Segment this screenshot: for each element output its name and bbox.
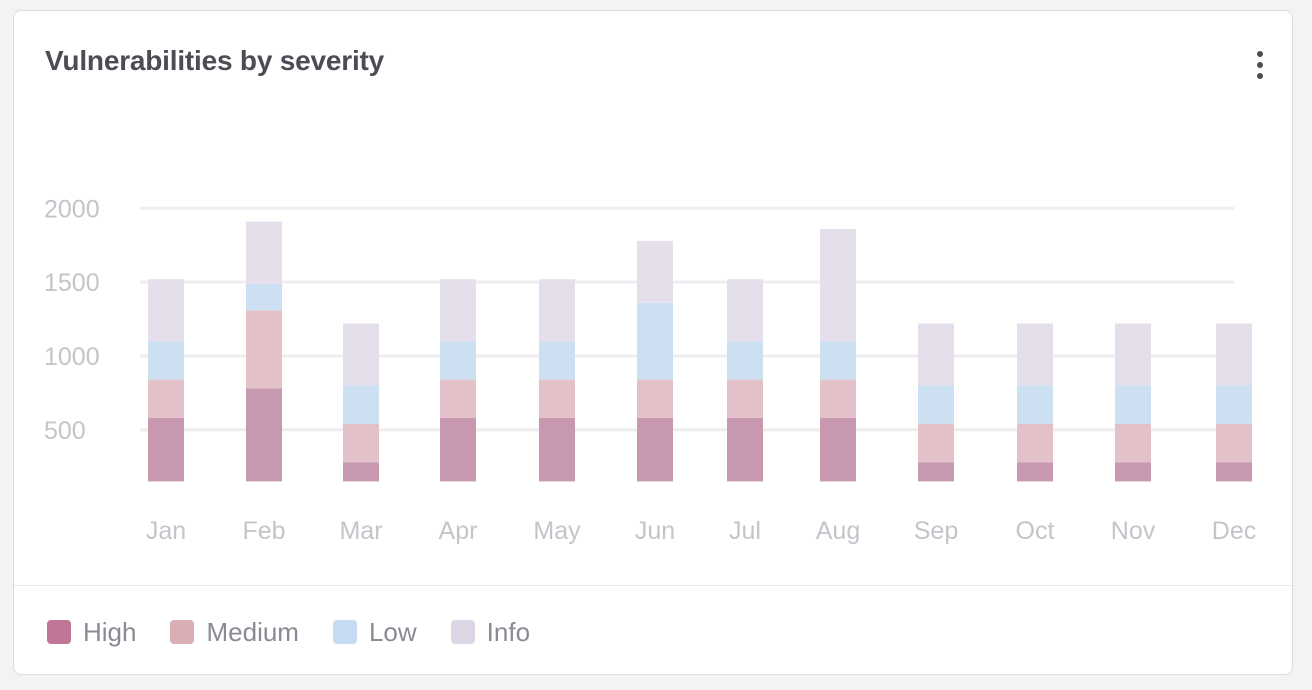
bar-may-medium[interactable] xyxy=(539,379,575,418)
bar-oct-medium[interactable] xyxy=(1017,423,1053,463)
bar-sep-medium[interactable] xyxy=(918,423,954,463)
bar-feb-high[interactable] xyxy=(246,388,282,482)
bar-jan-high[interactable] xyxy=(148,417,184,482)
y-tick-label: 1000 xyxy=(44,343,100,371)
bar-sep-info[interactable] xyxy=(918,323,954,386)
bar-nov-medium[interactable] xyxy=(1115,423,1151,463)
x-tick-label: Nov xyxy=(1111,517,1156,545)
bar-jun-medium[interactable] xyxy=(637,379,673,418)
bar-aug-medium[interactable] xyxy=(820,379,856,418)
bar-apr-low[interactable] xyxy=(440,341,476,380)
bar-dec-high[interactable] xyxy=(1216,462,1252,482)
bar-jul-medium[interactable] xyxy=(727,379,763,418)
legend-item-medium[interactable]: Medium xyxy=(170,616,299,648)
bar-mar-info[interactable] xyxy=(343,323,379,386)
bar-nov-high[interactable] xyxy=(1115,462,1151,482)
x-tick-label: Jul xyxy=(729,517,761,545)
legend-item-info[interactable]: Info xyxy=(450,616,531,648)
bar-aug-low[interactable] xyxy=(820,341,856,380)
bar-jun-low[interactable] xyxy=(637,302,673,380)
bar-may-info[interactable] xyxy=(539,279,575,342)
vulnerabilities-card: Vulnerabilities by severity 500 1000 1500 2… xyxy=(13,10,1293,675)
bar-feb-low[interactable] xyxy=(246,283,282,311)
bar-oct-info[interactable] xyxy=(1017,323,1053,386)
bar-mar-medium[interactable] xyxy=(343,423,379,463)
bar-jun-high[interactable] xyxy=(637,417,673,482)
bar-oct-low[interactable] xyxy=(1017,385,1053,424)
legend-item-high[interactable]: High xyxy=(47,617,136,648)
x-tick-label: Feb xyxy=(242,517,285,545)
bar-aug-high[interactable] xyxy=(820,417,856,482)
bar-jan-low[interactable] xyxy=(148,341,184,380)
x-tick-label: Mar xyxy=(339,517,382,545)
stacked-bar-chart: 500 1000 1500 2000 Jan Feb Mar Apr May Jun Jul Aug S… xyxy=(44,195,1256,545)
y-tick-label: 1500 xyxy=(44,269,100,297)
legend-swatch-high xyxy=(47,620,71,644)
bar-jan-info[interactable] xyxy=(148,279,184,342)
bar-feb-info[interactable] xyxy=(246,221,282,284)
x-tick-label: Jun xyxy=(635,517,675,545)
legend-label-info: Info xyxy=(486,616,531,647)
legend-label-high: High xyxy=(83,616,137,647)
bar-jul-info[interactable] xyxy=(727,279,763,342)
bar-apr-info[interactable] xyxy=(440,279,476,342)
bar-mar-low[interactable] xyxy=(343,385,379,424)
x-tick-label: Jan xyxy=(146,517,186,545)
x-tick-label: Oct xyxy=(1016,517,1055,545)
legend-label-medium: Medium xyxy=(206,616,299,647)
bar-dec-info[interactable] xyxy=(1216,323,1252,386)
bar-nov-low[interactable] xyxy=(1115,385,1151,424)
bar-may-low[interactable] xyxy=(539,341,575,380)
bar-jul-high[interactable] xyxy=(727,417,763,482)
bar-aug-info[interactable] xyxy=(820,229,856,342)
legend-label-low: Low xyxy=(368,616,417,647)
bar-sep-high[interactable] xyxy=(918,462,954,482)
y-tick-label: 2000 xyxy=(44,195,100,223)
legend-swatch-medium xyxy=(170,620,195,644)
bar-jun-info[interactable] xyxy=(637,240,673,303)
legend-swatch-low xyxy=(332,620,357,644)
bar-jan-medium[interactable] xyxy=(148,379,184,418)
bar-sep-low[interactable] xyxy=(918,385,954,424)
bar-dec-medium[interactable] xyxy=(1216,423,1252,463)
chart-legend: High Medium Low Info xyxy=(47,615,564,649)
bar-dec-low[interactable] xyxy=(1216,385,1252,424)
bar-feb-medium[interactable] xyxy=(246,310,282,389)
y-tick-label: 500 xyxy=(44,417,86,445)
x-tick-label: Aug xyxy=(816,517,860,545)
bar-jul-low[interactable] xyxy=(727,341,763,380)
legend-divider xyxy=(14,585,1292,586)
legend-item-low[interactable]: Low xyxy=(332,616,417,648)
x-tick-label: Apr xyxy=(439,517,478,545)
bar-may-high[interactable] xyxy=(539,417,575,482)
legend-swatch-info xyxy=(450,620,475,644)
bar-mar-high[interactable] xyxy=(343,462,379,482)
x-tick-label: May xyxy=(533,517,581,545)
x-tick-label: Sep xyxy=(914,517,958,545)
bar-oct-high[interactable] xyxy=(1017,462,1053,482)
bar-apr-high[interactable] xyxy=(440,417,476,482)
bar-nov-info[interactable] xyxy=(1115,323,1151,386)
bar-apr-medium[interactable] xyxy=(440,379,476,418)
x-tick-label: Dec xyxy=(1212,517,1256,545)
